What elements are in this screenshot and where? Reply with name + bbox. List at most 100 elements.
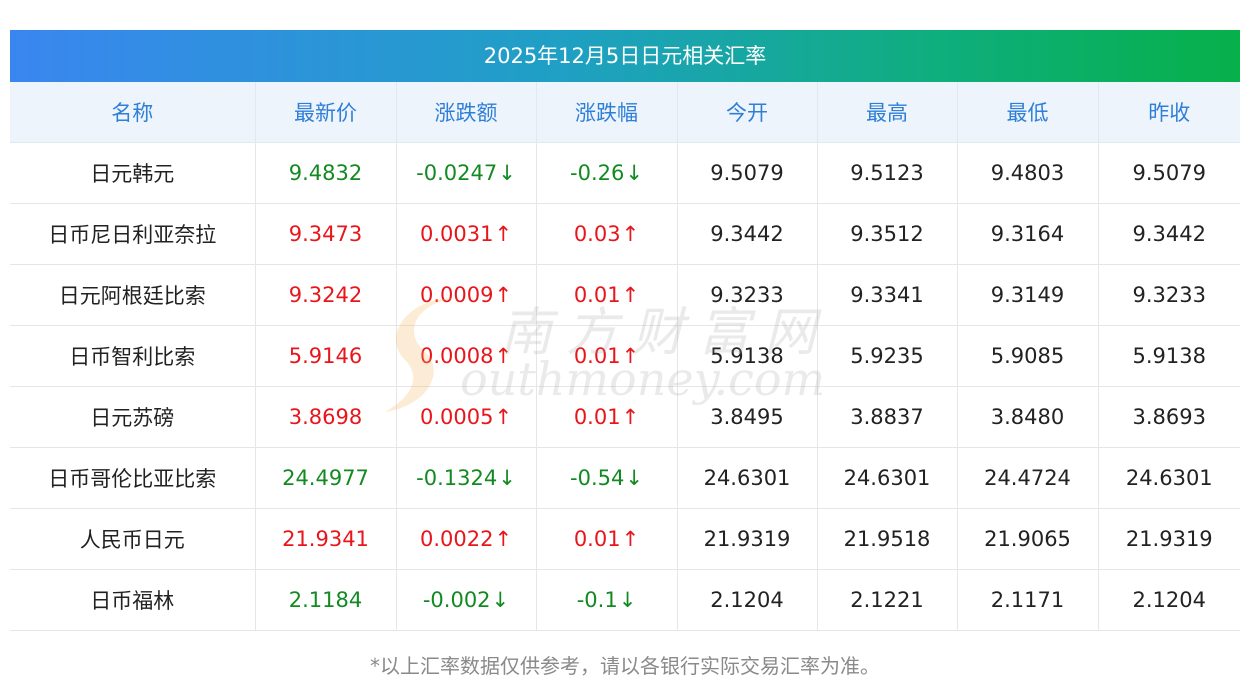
cell-open: 9.3233: [677, 264, 818, 326]
cell-low: 24.4724: [957, 447, 1099, 509]
cell-open-value: 2.1204: [710, 587, 784, 612]
cell-low: 9.3149: [957, 264, 1099, 326]
cell-latest: 24.4977: [255, 447, 397, 509]
cell-prev: 9.3233: [1098, 264, 1240, 326]
cell-low-value: 21.9065: [984, 526, 1071, 551]
cell-high-value: 9.5123: [850, 160, 924, 185]
cell-high-value: 2.1221: [850, 587, 924, 612]
cell-high-value: 9.3341: [850, 282, 924, 307]
cell-open-value: 24.6301: [703, 465, 791, 490]
cell-pct: 0.01↑: [536, 325, 678, 387]
cell-open-value: 5.9138: [710, 343, 784, 368]
arrow-down-icon: ↓: [498, 160, 516, 185]
header-prev: 昨收: [1098, 82, 1240, 143]
cell-pct: 0.01↑: [536, 508, 678, 570]
arrow-up-icon: ↑: [621, 404, 640, 429]
cell-low: 3.8480: [957, 386, 1099, 448]
cell-prev: 9.5079: [1098, 142, 1240, 204]
cell-open: 3.8495: [677, 386, 818, 448]
cell-low-value: 9.4803: [990, 160, 1065, 185]
footnote: *以上汇率数据仅供参考，请以各银行实际交易汇率为准。: [370, 654, 880, 678]
cell-high: 21.9518: [817, 508, 958, 570]
cell-change: -0.0247↓: [396, 142, 537, 204]
cell-name: 日元苏磅: [10, 386, 256, 448]
cell-prev-value: 5.9138: [1132, 343, 1206, 368]
cell-low-value: 9.3164: [990, 221, 1065, 246]
cell-high: 2.1221: [817, 569, 958, 631]
table-row: 日元苏磅 3.8698 0.0005↑ 0.01↑ 3.8495 3.8837 3.8480…: [10, 386, 1240, 448]
cell-high: 5.9235: [817, 325, 958, 387]
cell-change: -0.1324↓: [396, 447, 537, 509]
cell-change-value: -0.0247: [416, 160, 498, 185]
arrow-up-icon: ↑: [621, 282, 640, 307]
cell-prev: 5.9138: [1098, 325, 1240, 387]
cell-prev-value: 2.1204: [1132, 587, 1206, 612]
header-pct: 涨跌幅: [536, 82, 678, 143]
cell-prev-value: 24.6301: [1125, 465, 1213, 490]
cell-open: 5.9138: [677, 325, 818, 387]
arrow-down-icon: ↓: [625, 160, 643, 185]
cell-name: 日元阿根廷比索: [10, 264, 256, 326]
table-row: 日币智利比索 5.9146 0.0008↑ 0.01↑ 5.9138 5.9235 5.90…: [10, 325, 1240, 387]
table-header: 名称 最新价 涨跌额 涨跌幅 今开 最高 最低 昨收: [10, 82, 1240, 143]
arrow-up-icon: ↑: [494, 404, 513, 429]
cell-pct: 0.01↑: [536, 386, 678, 448]
cell-name-value: 日元阿根廷比索: [58, 283, 206, 308]
cell-name-value: 人民币日元: [79, 527, 185, 552]
cell-name-value: 日币哥伦比亚比索: [48, 466, 217, 491]
cell-low-value: 2.1171: [990, 587, 1065, 612]
cell-change: 0.0005↑: [396, 386, 537, 448]
cell-pct: -0.1↓: [536, 569, 678, 631]
cell-low-value: 3.8480: [990, 404, 1065, 429]
cell-low: 21.9065: [957, 508, 1099, 570]
cell-open: 9.5079: [677, 142, 818, 204]
table-row: 人民币日元 21.9341 0.0022↑ 0.01↑ 21.9319 21.9518 21…: [10, 508, 1240, 570]
header-open: 今开: [677, 82, 818, 143]
arrow-up-icon: ↑: [494, 526, 513, 551]
cell-latest-value: 9.3242: [288, 282, 363, 307]
cell-low: 2.1171: [957, 569, 1099, 631]
cell-low: 9.4803: [957, 142, 1099, 204]
cell-name-value: 日币智利比索: [69, 344, 196, 369]
cell-latest: 5.9146: [255, 325, 397, 387]
cell-name-value: 日币福林: [90, 588, 175, 613]
cell-low: 9.3164: [957, 203, 1099, 265]
cell-pct-value: -0.26: [570, 160, 625, 185]
cell-pct-value: 0.03: [573, 221, 621, 246]
cell-open: 21.9319: [677, 508, 818, 570]
cell-pct-value: 0.01: [573, 282, 621, 307]
cell-name: 日币福林: [10, 569, 256, 631]
cell-name: 日币哥伦比亚比索: [10, 447, 256, 509]
header-low: 最低: [957, 82, 1099, 143]
cell-prev: 9.3442: [1098, 203, 1240, 265]
cell-low: 5.9085: [957, 325, 1099, 387]
cell-latest-value: 21.9341: [282, 526, 369, 551]
rate-table-container: 2025年12月5日日元相关汇率 名称 最新价 涨跌额 涨跌幅 今开 最高 最低…: [10, 30, 1240, 631]
cell-change: 0.0031↑: [396, 203, 537, 265]
cell-name: 日币尼日利亚奈拉: [10, 203, 256, 265]
cell-change-value: 0.0008: [419, 343, 494, 368]
cell-pct-value: 0.01: [573, 404, 621, 429]
table-row: 日元阿根廷比索 9.3242 0.0009↑ 0.01↑ 9.3233 9.3341 9.3…: [10, 264, 1240, 326]
cell-prev-value: 9.5079: [1132, 160, 1206, 185]
cell-name: 日币智利比索: [10, 325, 256, 387]
cell-high-value: 3.8837: [850, 404, 924, 429]
cell-pct-value: -0.1: [576, 587, 618, 612]
cell-change-value: -0.002: [422, 587, 491, 612]
arrow-down-icon: ↓: [491, 587, 510, 612]
cell-prev-value: 9.3233: [1132, 282, 1206, 307]
cell-open-value: 3.8495: [710, 404, 784, 429]
cell-latest-value: 9.4832: [288, 160, 363, 185]
arrow-up-icon: ↑: [621, 221, 640, 246]
cell-name-value: 日币尼日利亚奈拉: [48, 222, 217, 247]
cell-pct: 0.01↑: [536, 264, 678, 326]
cell-high-value: 24.6301: [843, 465, 931, 490]
cell-prev-value: 3.8693: [1132, 404, 1206, 429]
cell-high: 9.3341: [817, 264, 958, 326]
cell-latest-value: 9.3473: [288, 221, 363, 246]
cell-name-value: 日元韩元: [90, 161, 175, 186]
table-row: 日币哥伦比亚比索 24.4977 -0.1324↓ -0.54↓ 24.6301 24.6…: [10, 447, 1240, 509]
cell-pct-value: -0.54: [570, 465, 625, 490]
cell-name: 人民币日元: [10, 508, 256, 570]
cell-latest-value: 5.9146: [288, 343, 363, 368]
